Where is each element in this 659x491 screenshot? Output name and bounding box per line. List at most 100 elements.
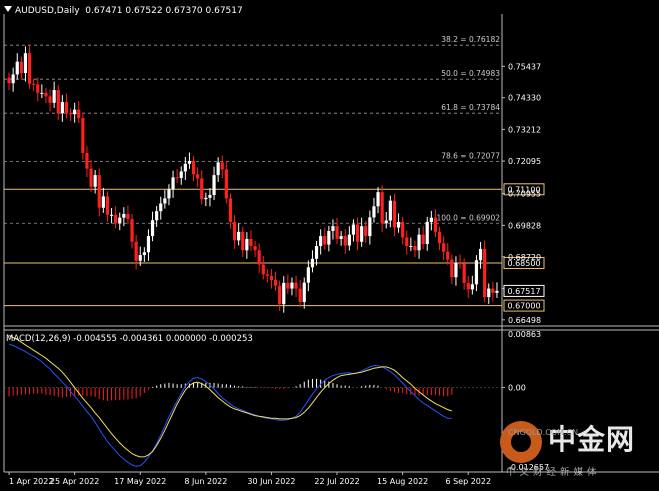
candle-body xyxy=(487,288,491,298)
candle-body xyxy=(216,162,220,176)
candle-body xyxy=(134,241,138,261)
horizontal-line-price-label: 0.67000 xyxy=(507,302,540,311)
candle-body xyxy=(126,213,130,220)
candle-body xyxy=(40,92,44,94)
signal-line xyxy=(8,335,452,458)
candle-body xyxy=(52,90,56,103)
date-label: 30 Jun 2022 xyxy=(247,477,295,486)
candle-body xyxy=(433,217,438,232)
price-tick-label: 0.74330 xyxy=(508,94,541,103)
candle-body xyxy=(224,169,228,199)
candle-body xyxy=(130,219,134,242)
candle-body xyxy=(413,246,417,251)
fib-level-label: 50.0 = 0.74983 xyxy=(441,69,500,78)
candle-body xyxy=(200,178,204,200)
candle-body xyxy=(118,217,122,224)
candle-body xyxy=(290,282,294,289)
candle-body xyxy=(405,237,409,247)
watermark: 中金网 CNGOLD.COM.CN 中文财经新媒体 xyxy=(500,416,655,478)
candle-body xyxy=(7,77,11,84)
candle-body xyxy=(380,192,384,224)
date-label: 25 Apr 2022 xyxy=(50,477,99,486)
candle-body xyxy=(364,226,368,237)
price-tick-label: 0.69828 xyxy=(508,221,541,230)
candle-body xyxy=(150,220,155,237)
candle-body xyxy=(437,231,442,244)
candle-body xyxy=(384,220,388,224)
price-tick-label: 0.73212 xyxy=(508,125,541,134)
candle-body xyxy=(273,280,278,286)
candle-body xyxy=(159,203,163,212)
candle-body xyxy=(212,175,216,195)
chart-title: AUDUSD,Daily 0.67471 0.67522 0.67370 0.6… xyxy=(4,6,243,16)
candle-body xyxy=(237,231,241,241)
candle-body xyxy=(319,236,323,247)
price-tick-label: 0.66498 xyxy=(508,316,541,325)
candle-body xyxy=(204,197,208,200)
candle-body xyxy=(36,84,40,93)
candle-body xyxy=(261,264,265,275)
candle-body xyxy=(11,74,15,84)
price-tick-label: 0.75437 xyxy=(508,62,541,71)
macd-line xyxy=(8,343,452,467)
candle-body xyxy=(73,109,77,115)
date-label: 6 Sep 2022 xyxy=(445,477,491,486)
candle-body xyxy=(372,206,376,218)
candle-body xyxy=(32,83,36,85)
candle-body xyxy=(314,246,319,259)
candle-body xyxy=(450,259,454,278)
candle-body xyxy=(339,236,343,239)
candle-body xyxy=(429,217,433,222)
candle-body xyxy=(245,238,249,251)
candle-body xyxy=(470,284,474,290)
candle-body xyxy=(138,255,142,261)
candle-body xyxy=(68,113,73,115)
candle-body xyxy=(163,198,167,204)
candle-body xyxy=(495,290,499,293)
candle-body xyxy=(77,109,81,119)
macd-axis-label: 0.00 xyxy=(508,384,526,393)
candle-body xyxy=(220,162,224,170)
candle-body xyxy=(196,174,200,179)
candle-body xyxy=(483,248,487,298)
dropdown-triangle-icon[interactable] xyxy=(4,6,12,12)
candle-body xyxy=(241,231,245,251)
brand-url: CNGOLD.COM.CN xyxy=(508,428,579,437)
candle-body xyxy=(44,92,48,97)
candle-body xyxy=(171,177,175,190)
candle-body xyxy=(269,275,274,281)
candle-body xyxy=(323,236,327,245)
candle-body xyxy=(175,177,179,179)
fib-level-label: 78.6 = 0.72077 xyxy=(441,152,500,161)
date-label: 8 Jun 2022 xyxy=(184,477,227,486)
candle-body xyxy=(466,282,470,290)
candle-body xyxy=(401,221,405,238)
candle-body xyxy=(191,160,196,175)
candle-body xyxy=(60,101,64,114)
candle-body xyxy=(286,282,290,289)
candle-body xyxy=(478,248,483,261)
price-tick-label: 0.72095 xyxy=(508,157,541,166)
candle-body xyxy=(302,282,306,302)
candle-body xyxy=(93,175,97,187)
ohlc-readout: 0.67471 0.67522 0.67370 0.67517 xyxy=(85,6,243,16)
candle-body xyxy=(232,221,237,241)
candle-body xyxy=(64,101,69,114)
candle-body xyxy=(81,118,85,153)
candle-body xyxy=(343,236,347,246)
price-tick-label: 0.70955 xyxy=(508,189,541,198)
candle-body xyxy=(27,53,32,84)
candle-body xyxy=(97,175,101,208)
candle-body xyxy=(48,96,52,103)
candle-body xyxy=(491,288,495,293)
candle-body xyxy=(442,243,446,252)
fib-level-label: 61.8 = 0.73784 xyxy=(441,103,500,112)
brand-name: 中金网 xyxy=(548,423,636,456)
candle-body xyxy=(310,258,315,268)
candle-body xyxy=(335,226,339,239)
candle-body xyxy=(474,260,479,285)
candle-body xyxy=(306,267,310,283)
candle-body xyxy=(208,194,212,198)
candle-body xyxy=(368,217,372,237)
candle-body xyxy=(282,282,286,305)
